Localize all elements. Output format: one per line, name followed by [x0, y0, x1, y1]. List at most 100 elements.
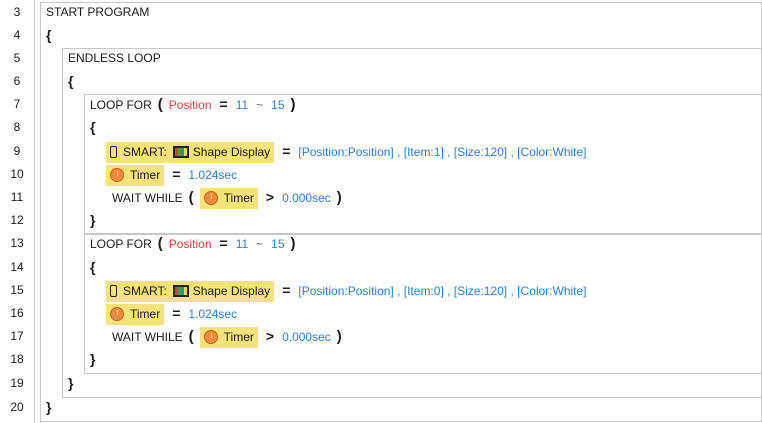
wait-while-keyword[interactable]: WAIT WHILE — [112, 191, 183, 205]
timer-assign-line[interactable]: Timer = 1.024sec — [106, 302, 237, 326]
smart-device-chip[interactable]: SMART: Shape Display — [106, 142, 275, 164]
equals-operator: = — [282, 282, 291, 298]
smart-phone-icon — [110, 146, 117, 159]
loop-from-value[interactable]: 11 — [236, 237, 248, 251]
timer-icon — [203, 330, 218, 345]
line-number: 3 — [13, 5, 21, 19]
shape-display-icon — [172, 285, 189, 298]
open-paren: ( — [188, 328, 194, 345]
wait-while-keyword[interactable]: WAIT WHILE — [112, 330, 183, 344]
code-line[interactable]: } — [68, 372, 73, 395]
equals-operator: = — [219, 235, 228, 251]
timer-chip[interactable]: Timer — [199, 188, 258, 210]
endless-loop-keyword[interactable]: ENDLESS LOOP — [68, 51, 161, 65]
loop-for-keyword[interactable]: LOOP FOR — [90, 98, 152, 112]
open-brace: { — [90, 259, 96, 275]
loop-variable[interactable]: Position — [169, 237, 212, 251]
open-paren: ( — [157, 96, 163, 113]
line-number: 11 — [10, 190, 24, 204]
line-number: 20 — [10, 400, 24, 414]
line-number: 18 — [10, 352, 24, 366]
open-brace: { — [68, 73, 74, 89]
open-brace: { — [46, 27, 52, 43]
timer-label: Timer — [223, 191, 254, 206]
smart-device-chip[interactable]: SMART: Shape Display — [106, 281, 275, 303]
loop-to-value[interactable]: 15 — [271, 237, 284, 251]
close-brace: } — [68, 375, 74, 391]
greater-than-operator: > — [265, 189, 275, 205]
start-program-keyword[interactable]: START PROGRAM — [46, 5, 149, 19]
timer-chip[interactable]: Timer — [199, 327, 258, 349]
smart-shape-display-line[interactable]: SMART: Shape Display = [Position:Position] … — [106, 140, 587, 164]
open-paren: ( — [188, 189, 194, 206]
line-number: 14 — [10, 260, 24, 274]
wait-value[interactable]: 0.000sec — [282, 191, 331, 205]
equals-operator: = — [219, 96, 228, 112]
range-tilde: ~ — [256, 237, 264, 251]
loop-for-line[interactable]: LOOP FOR ( Position = 11 ~15) — [90, 232, 302, 255]
line-number: 4 — [13, 28, 21, 42]
close-paren: ) — [336, 328, 342, 345]
code-line[interactable]: { — [90, 256, 95, 279]
code-line[interactable]: } — [90, 209, 95, 232]
timer-assign-line[interactable]: Timer = 1.024sec — [106, 163, 237, 187]
close-brace: } — [90, 212, 96, 228]
code-line[interactable]: START PROGRAM — [46, 1, 149, 24]
code-line[interactable]: } — [90, 348, 95, 371]
line-number: 10 — [10, 167, 24, 181]
line-number: 5 — [13, 51, 21, 65]
close-paren: ) — [290, 96, 296, 113]
equals-operator: = — [282, 143, 291, 159]
shape-display-label: Shape Display — [192, 145, 271, 160]
line-number: 8 — [13, 120, 21, 134]
line-number: 16 — [10, 306, 24, 320]
shape-display-params[interactable]: [Position:Position] , [Item:1] , [Size:1… — [298, 145, 586, 159]
close-paren: ) — [336, 189, 342, 206]
shape-display-icon — [172, 146, 189, 159]
line-number: 17 — [10, 329, 24, 343]
line-number: 19 — [10, 376, 24, 390]
timer-value[interactable]: 1.024sec — [188, 168, 237, 182]
shape-display-label: Shape Display — [192, 284, 271, 299]
open-paren: ( — [157, 235, 163, 252]
code-line[interactable]: { — [46, 24, 51, 47]
equals-operator: = — [172, 166, 181, 182]
wait-while-line[interactable]: WAIT WHILE (Timer >0.000sec) — [112, 325, 348, 349]
shape-display-params[interactable]: [Position:Position] , [Item:0] , [Size:1… — [298, 284, 586, 298]
equals-operator: = — [172, 305, 181, 321]
code-line[interactable]: ENDLESS LOOP — [68, 47, 161, 70]
loop-from-value[interactable]: 11 — [236, 98, 248, 112]
line-number: 12 — [10, 213, 24, 227]
code-line[interactable]: { — [90, 116, 95, 139]
loop-to-value[interactable]: 15 — [271, 98, 284, 112]
close-paren: ) — [290, 235, 296, 252]
range-tilde: ~ — [256, 98, 264, 112]
loop-for-line[interactable]: LOOP FOR ( Position = 11 ~15) — [90, 93, 302, 116]
timer-icon — [110, 168, 124, 183]
gutter-separator — [34, 0, 35, 423]
smart-phone-icon — [110, 285, 117, 298]
loop-for-keyword[interactable]: LOOP FOR — [90, 237, 152, 251]
smart-label: SMART: — [123, 284, 167, 299]
line-number: 13 — [10, 236, 24, 250]
timer-label: Timer — [130, 307, 161, 322]
timer-chip[interactable]: Timer — [106, 165, 165, 187]
line-number: 6 — [13, 74, 21, 88]
wait-while-line[interactable]: WAIT WHILE ( Timer >0.000sec) — [112, 186, 348, 210]
loop-variable[interactable]: Position — [169, 98, 212, 112]
timer-label: Timer — [223, 330, 254, 345]
open-brace: { — [90, 119, 96, 135]
line-number: 7 — [13, 97, 21, 111]
timer-icon — [110, 307, 124, 322]
code-line[interactable]: { — [68, 70, 73, 93]
wait-value[interactable]: 0.000sec — [282, 330, 331, 344]
timer-icon — [203, 191, 218, 206]
timer-value[interactable]: 1.024sec — [188, 307, 237, 321]
line-number: 15 — [10, 283, 24, 297]
line-number: 9 — [13, 144, 21, 158]
smart-shape-display-line[interactable]: SMART: Shape Display = [Position:Position] … — [106, 279, 587, 303]
smart-label: SMART: — [123, 145, 167, 160]
timer-chip[interactable]: Timer — [106, 304, 165, 326]
close-brace: } — [90, 351, 96, 367]
code-line[interactable]: } — [46, 396, 51, 419]
